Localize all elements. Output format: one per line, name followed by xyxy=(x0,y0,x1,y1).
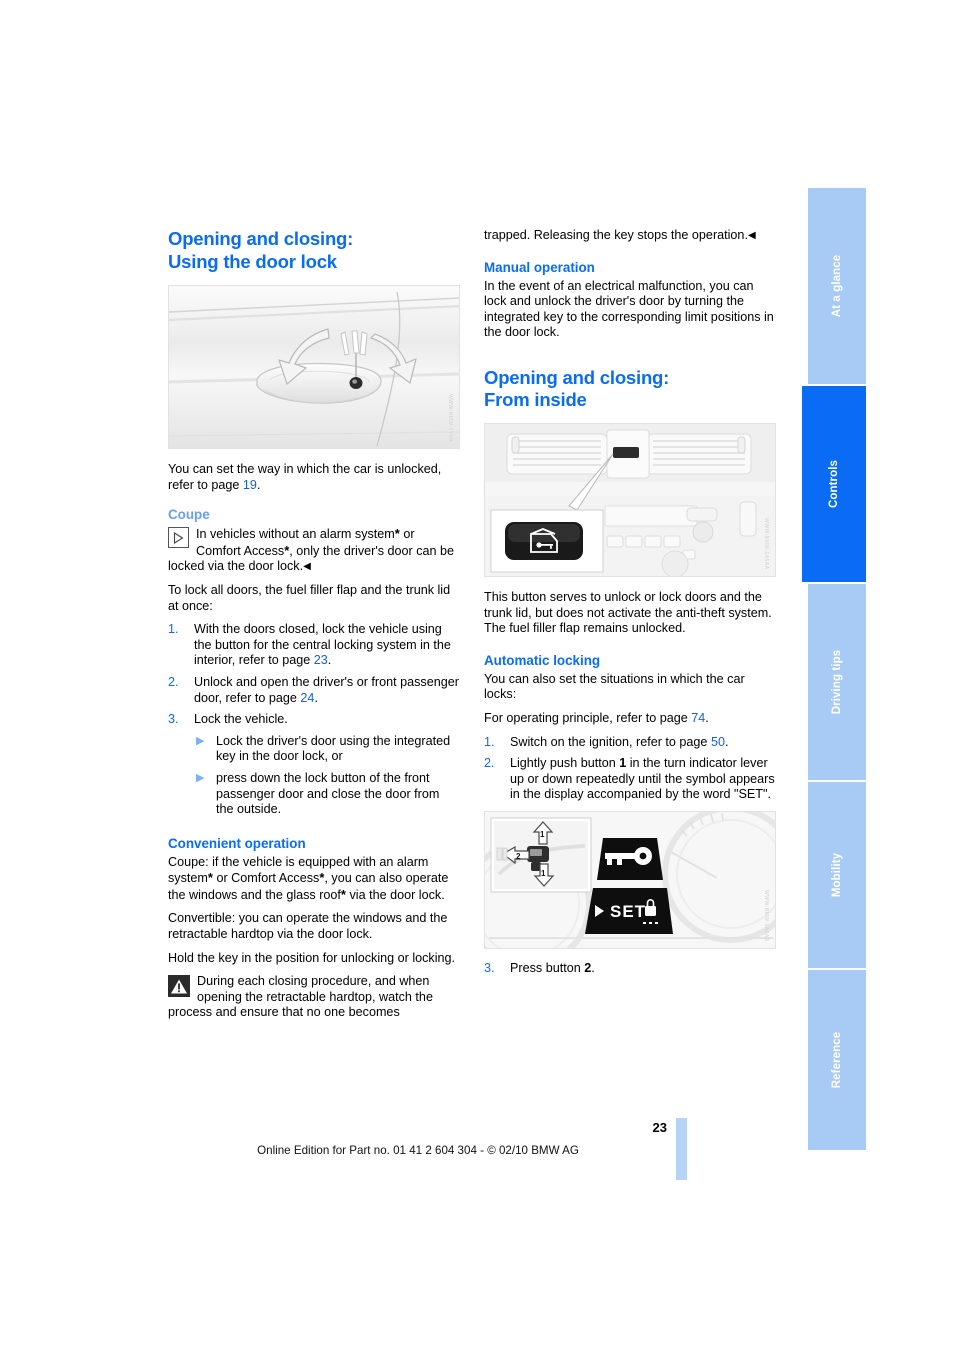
page-title-line1: Opening and closing: xyxy=(168,228,354,249)
footer-edition-text: Online Edition for Part no. 01 41 2 604 … xyxy=(257,1144,579,1157)
section-tab-rail: At a glance Controls Driving tips Mobili… xyxy=(802,188,866,1150)
button-description-paragraph: This button serves to unlock or lock doo… xyxy=(484,589,772,636)
intro-paragraph: You can set the way in which the car is … xyxy=(168,462,460,493)
tab-controls[interactable]: Controls xyxy=(802,386,866,582)
list-item: ▶ press down the lock button of the fron… xyxy=(194,771,460,818)
tab-driving-tips-label: Driving tips xyxy=(831,649,843,715)
tab-at-a-glance[interactable]: At a glance xyxy=(808,188,866,384)
step-text-end: . xyxy=(327,653,332,668)
left-text-column: Opening and closing: Using the door lock xyxy=(168,228,460,1029)
tab-reference-label: Reference xyxy=(831,1031,843,1089)
exclamation-triangle-icon xyxy=(171,979,187,994)
figure-watermark: WWW-BMW-1A5AA xyxy=(763,518,769,570)
step-3-subitems: ▶ Lock the driver's door using the integ… xyxy=(194,734,460,818)
subheading-automatic-locking: Automatic locking xyxy=(484,652,601,668)
step-text: Lightly push button xyxy=(510,756,620,771)
subheading-manual-operation: Manual operation xyxy=(484,259,595,275)
step-text-end: . xyxy=(314,690,318,705)
page-ref-24[interactable]: 24 xyxy=(300,691,314,705)
step-number: 3. xyxy=(168,712,179,727)
warning-triangle-icon xyxy=(168,975,190,998)
tab-mobility[interactable]: Mobility xyxy=(808,782,866,968)
page-ref-74[interactable]: 74 xyxy=(691,711,705,725)
intro-text-end: . xyxy=(256,477,261,492)
triangle-bullet-icon: ▶ xyxy=(196,771,205,784)
lock-all-doors-paragraph: To lock all doors, the fuel filler flap … xyxy=(168,582,451,613)
subitem-text: press down the lock button of the front … xyxy=(216,770,440,817)
step-item: 3. Press button 2. xyxy=(484,961,776,977)
warning-text: During each closing procedure, and when … xyxy=(168,974,433,1020)
subitem-text: Lock the driver's door using the integra… xyxy=(216,733,451,764)
inset-label-1: 1 xyxy=(540,830,545,839)
set-display-text: SET xyxy=(610,902,646,921)
step-text-end: . xyxy=(724,734,729,749)
section-title-from-inside: Opening and closing: From inside xyxy=(484,367,776,412)
tab-at-a-glance-label: At a glance xyxy=(831,254,843,318)
page-ref-19[interactable]: 19 xyxy=(243,478,257,492)
page-title-line2: Using the door lock xyxy=(168,250,337,272)
note-coupe-text: In vehicles without an alarm system* or … xyxy=(168,526,455,574)
centre-console-svg xyxy=(485,423,775,576)
footer-blue-bar xyxy=(676,1118,687,1180)
central-locking-button-illustration: WWW-BMW-1A5AA xyxy=(484,422,776,577)
manual-page: At a glance Controls Driving tips Mobili… xyxy=(0,0,954,1350)
instrument-cluster-set-illustration: SET 1 1 2 WWW-BMW-1A5AB xyxy=(484,810,776,949)
convenient-paragraph-1: Coupe: if the vehicle is equipped with a… xyxy=(168,854,449,902)
step-text: Lock the vehicle. xyxy=(194,712,288,727)
step-item: 3. Lock the vehicle. ▶ Lock the driver's… xyxy=(168,712,460,818)
tab-reference[interactable]: Reference xyxy=(808,970,866,1150)
triangle-right-icon xyxy=(173,531,184,544)
automatic-paragraph-1: You can also set the situations in which… xyxy=(484,671,745,702)
page-ref-23[interactable]: 23 xyxy=(314,653,328,667)
inset-label-1b: 1 xyxy=(541,869,546,878)
convenient-paragraph-2: Convertible: you can operate the windows… xyxy=(168,911,448,942)
step-number: 1. xyxy=(168,622,179,637)
continuation-paragraph: trapped. Releasing the key stops the ope… xyxy=(484,228,756,242)
automatic-steps-list: 1. Switch on the ignition, refer to page… xyxy=(484,735,776,803)
step-text-end: . xyxy=(591,960,595,975)
intro-text: You can set the way in which the car is … xyxy=(168,462,442,492)
tab-mobility-label: Mobility xyxy=(831,852,843,898)
note-end-marker: ◀ xyxy=(303,561,311,573)
instrument-cluster-svg: SET 1 1 2 xyxy=(485,811,775,948)
right-text-column: trapped. Releasing the key stops the ope… xyxy=(484,228,776,985)
section-title-line2: From inside xyxy=(484,389,587,411)
step-number: 1. xyxy=(484,734,495,749)
figure-watermark: WWW-BMW-1YVA xyxy=(447,394,453,442)
step-item: 2. Unlock and open the driver's or front… xyxy=(168,675,460,706)
step-number: 3. xyxy=(484,960,495,975)
step-item: 2. Lightly push button 1 in the turn ind… xyxy=(484,756,776,803)
step-number: 2. xyxy=(168,674,179,689)
automatic-paragraph-2: For operating principle, refer to page 7… xyxy=(484,710,709,725)
list-item: ▶ Lock the driver's door using the integ… xyxy=(194,734,460,765)
coupe-steps-list: 1. With the doors closed, lock the vehic… xyxy=(168,622,460,818)
step-number: 2. xyxy=(484,756,495,771)
tab-driving-tips[interactable]: Driving tips xyxy=(808,584,866,780)
step-text: Switch on the ignition, refer to page xyxy=(510,734,711,749)
door-handle-lock-svg xyxy=(169,286,459,448)
manual-operation-paragraph: In the event of an electrical malfunctio… xyxy=(484,278,774,340)
subheading-convenient-operation: Convenient operation xyxy=(168,835,306,851)
note-coupe: In vehicles without an alarm system* or … xyxy=(168,526,460,575)
figure-watermark: WWW-BMW-1A5AB xyxy=(763,890,769,942)
page-ref-50[interactable]: 50 xyxy=(711,735,725,749)
page-number: 23 xyxy=(652,1120,667,1135)
step-text: Press button xyxy=(510,960,585,975)
section-title-line1: Opening and closing: xyxy=(484,366,670,388)
note-triangle-icon xyxy=(168,527,189,549)
continuation-end-marker: ◀ xyxy=(747,230,756,241)
step-item: 1. Switch on the ignition, refer to page… xyxy=(484,735,776,751)
tab-controls-label: Controls xyxy=(828,459,840,509)
triangle-bullet-icon: ▶ xyxy=(196,734,205,747)
automatic-step-3-list: 3. Press button 2. xyxy=(484,961,776,977)
step-item: 1. With the doors closed, lock the vehic… xyxy=(168,622,460,669)
warning-block: During each closing procedure, and when … xyxy=(168,974,460,1021)
subheading-coupe: Coupe xyxy=(168,507,210,523)
step-text: Unlock and open the driver's or front pa… xyxy=(194,674,459,705)
inset-label-2: 2 xyxy=(516,852,521,861)
page-title: Opening and closing: Using the door lock xyxy=(168,228,460,273)
door-handle-lock-illustration: WWW-BMW-1YVA xyxy=(168,285,460,449)
convenient-paragraph-3: Hold the key in the position for unlocki… xyxy=(168,950,456,965)
